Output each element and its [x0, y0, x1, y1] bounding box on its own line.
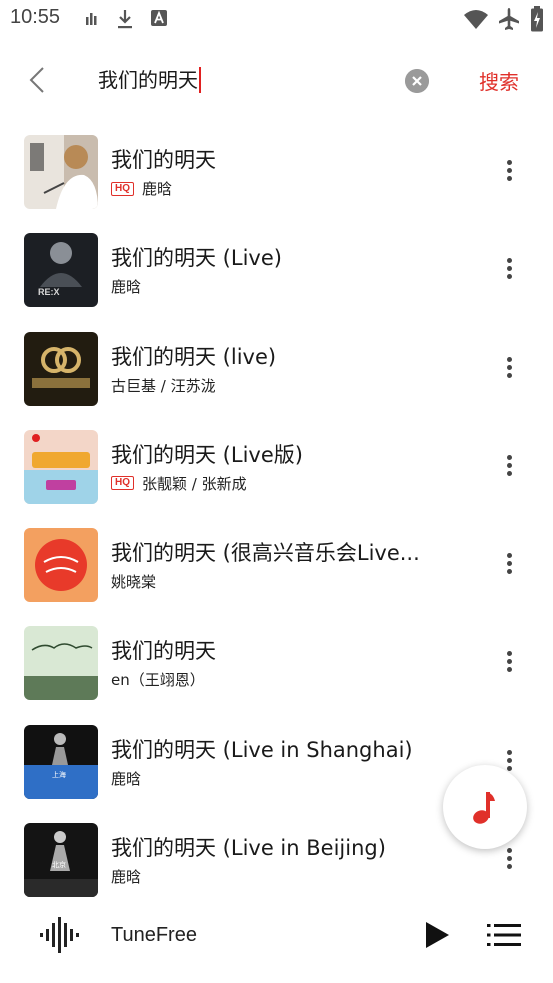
song-subtitle: 鹿晗: [111, 768, 141, 789]
song-artist: 鹿晗: [111, 278, 142, 297]
search-query-text: 我们的明天: [98, 68, 198, 92]
search-input[interactable]: 我们的明天: [98, 65, 201, 95]
more-options-icon[interactable]: [500, 551, 520, 577]
more-options-icon[interactable]: [500, 158, 520, 184]
playlist-queue-icon[interactable]: [487, 921, 521, 949]
play-icon[interactable]: [422, 919, 452, 951]
player-track-title: TuneFree: [111, 924, 197, 946]
song-subtitle: HQ 张靓颖 / 张新成: [111, 473, 247, 494]
hq-badge: HQ: [111, 181, 134, 196]
song-row[interactable]: 我们的明天 (很高兴音乐会Live... 姚晓棠: [0, 521, 553, 619]
search-button[interactable]: 搜索: [479, 66, 519, 95]
song-artist: 张靓颖 / 张新成: [142, 474, 247, 493]
song-title: 我们的明天 (Live in Shanghai): [111, 737, 413, 762]
song-row[interactable]: 我们的明天 (live) 古巨基 / 汪苏泷: [0, 325, 553, 423]
song-subtitle: 鹿晗: [111, 276, 141, 297]
font-a-icon: [151, 10, 167, 26]
song-title: 我们的明天 (live): [111, 344, 277, 369]
song-subtitle: 古巨基 / 汪苏泷: [111, 375, 216, 396]
song-subtitle: HQ 鹿晗: [111, 178, 172, 199]
wifi-icon: [464, 10, 488, 29]
album-cover-image: 上海: [24, 724, 98, 799]
download-icon: [118, 10, 132, 29]
album-cover-image: RE:X: [24, 233, 98, 308]
song-artist: 鹿晗: [111, 769, 142, 788]
svg-text:上海: 上海: [52, 770, 66, 779]
svg-text:北京: 北京: [52, 860, 66, 869]
text-caret: [199, 67, 201, 93]
album-cover-image: [24, 331, 98, 406]
song-title: 我们的明天: [111, 148, 216, 172]
song-title: 我们的明天 (Live版): [111, 442, 303, 467]
song-artist: 鹿晗: [142, 180, 173, 198]
airplane-mode-icon: [499, 8, 519, 30]
song-row[interactable]: RE:X 我们的明天 (Live) 鹿晗: [0, 226, 553, 324]
search-bar: 我们的明天 搜索: [0, 50, 553, 110]
more-options-icon[interactable]: [500, 649, 520, 675]
more-options-icon[interactable]: [500, 453, 520, 479]
song-subtitle: 鹿晗: [111, 866, 141, 887]
more-options-icon[interactable]: [500, 355, 520, 381]
svg-text:RE:X: RE:X: [38, 287, 60, 297]
music-note-fab[interactable]: [443, 765, 527, 849]
waveform-icon: [40, 917, 79, 953]
status-time: 10:55: [10, 6, 61, 28]
album-cover-image: 北京: [24, 823, 98, 898]
song-title: 我们的明天 (很高兴音乐会Live...: [111, 541, 420, 566]
album-cover-image: [24, 429, 98, 504]
song-title: 我们的明天: [111, 639, 216, 664]
clear-search-icon[interactable]: [405, 69, 429, 93]
song-artist: 姚晓棠: [111, 573, 157, 592]
song-artist: 鹿晗: [111, 868, 142, 887]
signal-bars-icon: [86, 13, 97, 25]
mini-player[interactable]: TuneFree: [0, 905, 553, 975]
song-artist: 古巨基 / 汪苏泷: [111, 376, 216, 395]
more-options-icon[interactable]: [500, 256, 520, 282]
song-row[interactable]: 我们的明天 HQ 鹿晗: [0, 128, 553, 226]
hq-badge: HQ: [111, 476, 134, 491]
album-cover-image: [24, 135, 98, 209]
music-note-icon: [473, 792, 495, 824]
song-row[interactable]: 我们的明天 en（王翊恩）: [0, 619, 553, 717]
song-subtitle: 姚晓棠: [111, 571, 156, 592]
back-arrow-icon[interactable]: [22, 64, 54, 96]
song-subtitle: en（王翊恩）: [111, 669, 205, 690]
more-options-icon[interactable]: [500, 846, 520, 872]
song-title: 我们的明天 (Live): [111, 246, 282, 271]
album-cover-image: [24, 528, 98, 603]
album-cover-image: [24, 626, 98, 701]
song-artist: en（王翊恩）: [111, 671, 205, 690]
battery-charging-icon: [531, 6, 543, 32]
song-title: 我们的明天 (Live in Beijing): [111, 836, 386, 861]
song-row[interactable]: 我们的明天 (Live版) HQ 张靓颖 / 张新成: [0, 423, 553, 521]
status-bar: 10:55: [0, 0, 553, 38]
